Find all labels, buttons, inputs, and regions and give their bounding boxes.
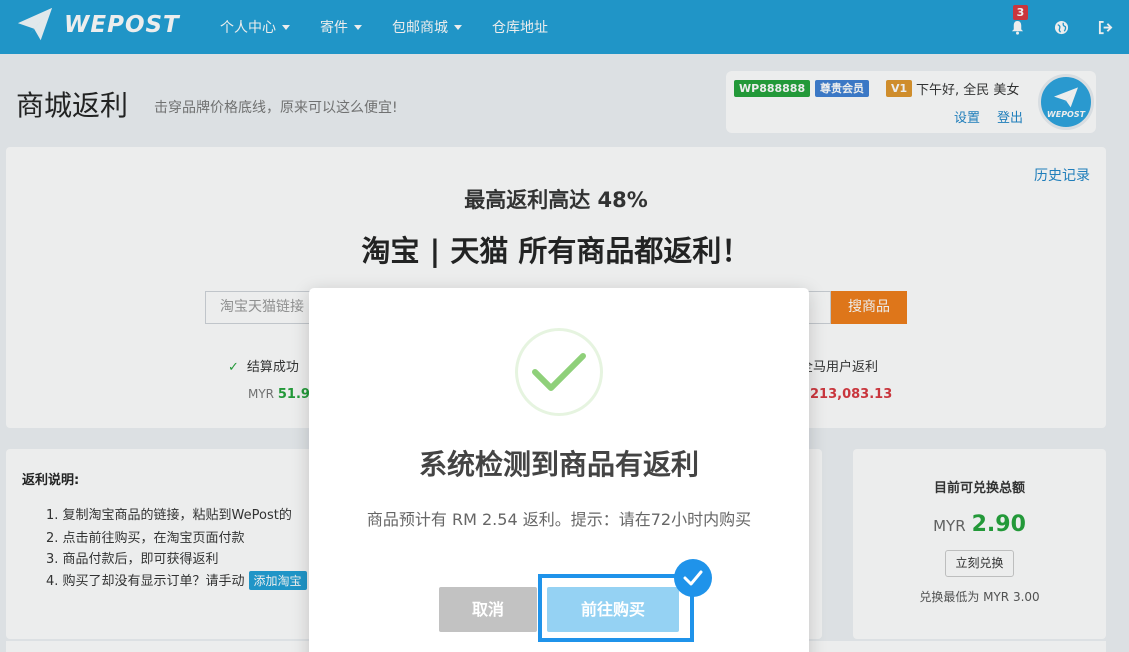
selected-check-badge	[674, 559, 712, 597]
cancel-button[interactable]: 取消	[439, 587, 537, 632]
dialog-message: 商品预计有 RM 2.54 返利。提示：请在72小时内购买	[366, 510, 752, 529]
success-check-icon	[532, 353, 586, 391]
success-check-circle	[515, 328, 603, 416]
check-icon	[683, 570, 703, 586]
go-buy-button[interactable]: 前往购买	[547, 587, 679, 632]
dialog-title: 系统检测到商品有返利	[418, 448, 699, 481]
